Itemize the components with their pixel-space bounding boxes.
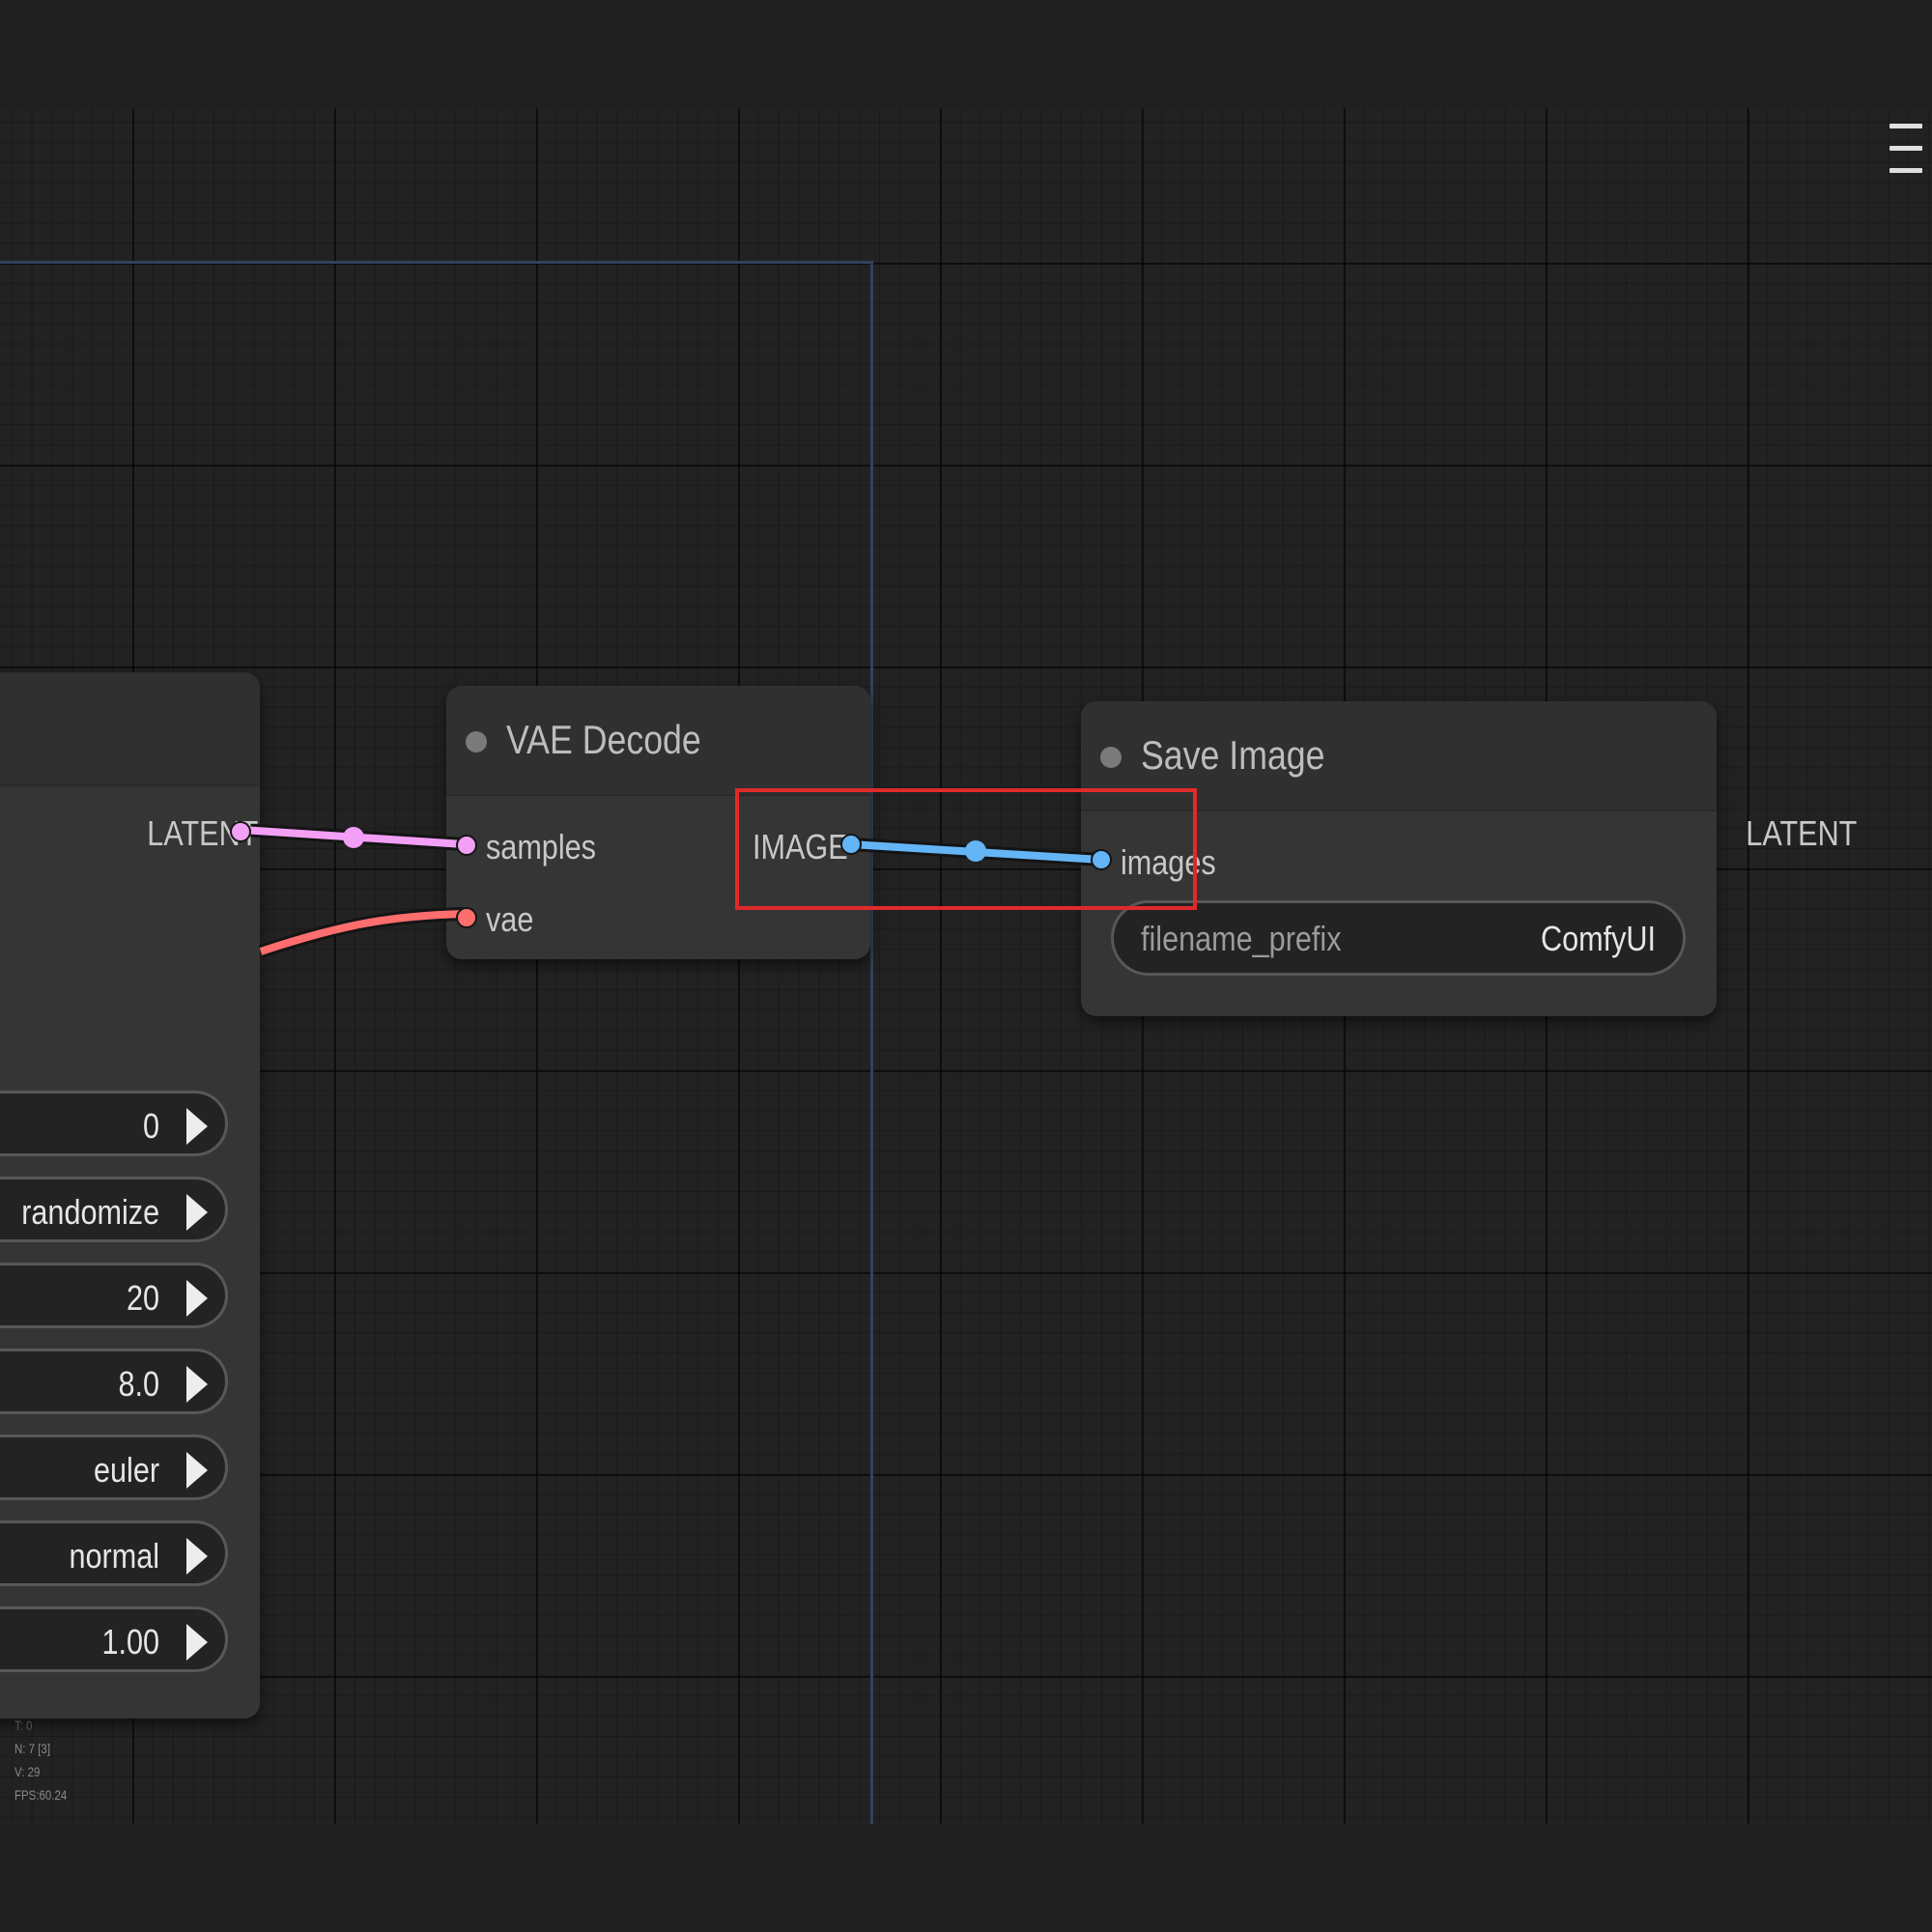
cfg-widget[interactable]: 8.0	[0, 1349, 228, 1414]
vae-decode-title: VAE Decode	[506, 717, 701, 762]
increment-arrow-icon[interactable]	[186, 1366, 208, 1403]
samples-input-slot[interactable]	[456, 835, 477, 856]
stats-line: FPS:60.24	[14, 1787, 68, 1803]
seed-widget[interactable]: 0	[0, 1091, 228, 1156]
increment-arrow-icon[interactable]	[186, 1624, 208, 1661]
seed-value: 0	[142, 1106, 159, 1146]
samples-input-label: samples	[486, 827, 596, 867]
denoise-value: 1.00	[101, 1622, 159, 1662]
increment-arrow-icon[interactable]	[186, 1194, 208, 1231]
vae-decode-header[interactable]: VAE Decode	[446, 686, 870, 796]
latent-output-label: LATENT	[1745, 813, 1857, 853]
latent-output-slot[interactable]	[230, 821, 251, 842]
steps-widget[interactable]: 20	[0, 1263, 228, 1328]
filename-prefix-label: filename_prefix	[1141, 919, 1342, 958]
vae-input-slot[interactable]	[456, 907, 477, 928]
stats-line: T: 0	[14, 1718, 33, 1733]
filename-prefix-widget[interactable]: filename_prefix ComfyUI	[1111, 900, 1686, 976]
scheduler-widget[interactable]: normal	[0, 1520, 228, 1586]
increment-arrow-icon[interactable]	[186, 1280, 208, 1317]
node-status-dot	[1100, 747, 1122, 768]
node-status-dot	[466, 731, 487, 753]
vae-input-label: vae	[486, 899, 534, 939]
control-after-generate-value: randomize	[21, 1192, 159, 1232]
denoise-widget[interactable]: 1.00	[0, 1606, 228, 1672]
scheduler-value: normal	[69, 1536, 159, 1576]
stats-line: N: 7 [3]	[14, 1741, 51, 1756]
cfg-value: 8.0	[118, 1364, 159, 1404]
steps-value: 20	[126, 1278, 159, 1318]
control-after-generate-widget[interactable]: randomize	[0, 1177, 228, 1242]
stats-line: V: 29	[14, 1764, 41, 1779]
filename-prefix-value: ComfyUI	[1540, 919, 1656, 958]
ksampler-header[interactable]	[0, 672, 260, 786]
highlight-box	[735, 788, 1197, 910]
increment-arrow-icon[interactable]	[186, 1538, 208, 1575]
increment-arrow-icon[interactable]	[186, 1108, 208, 1145]
hamburger-menu-icon[interactable]	[1889, 124, 1922, 174]
increment-arrow-icon[interactable]	[186, 1452, 208, 1489]
stats-overlay: T: 0 N: 7 [3] V: 29 FPS:60.24	[14, 1714, 67, 1806]
sampler-name-widget[interactable]: euler	[0, 1435, 228, 1500]
save-image-title: Save Image	[1141, 732, 1325, 778]
sampler-name-value: euler	[93, 1450, 159, 1490]
